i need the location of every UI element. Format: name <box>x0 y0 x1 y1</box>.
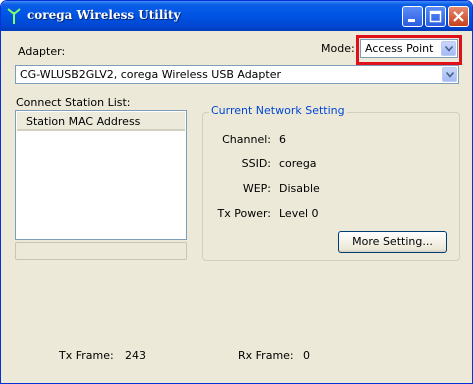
title-bar[interactable]: corega Wireless Utility <box>1 1 472 31</box>
close-icon <box>453 11 464 22</box>
rx-frame-value: 0 <box>303 349 310 362</box>
ssid-value: corega <box>279 157 317 170</box>
wep-value: Disable <box>279 182 320 195</box>
station-list[interactable]: Station MAC Address <box>15 110 187 240</box>
channel-label: Channel: <box>222 133 271 146</box>
antenna-icon <box>7 8 21 24</box>
more-setting-button[interactable]: More Setting... <box>338 231 447 253</box>
adapter-select-value: CG-WLUSB2GLV2, corega Wireless USB Adapt… <box>20 68 282 81</box>
main-window: corega Wireless Utility Adapter: Mode: A… <box>0 0 473 384</box>
adapter-select[interactable]: CG-WLUSB2GLV2, corega Wireless USB Adapt… <box>15 65 459 84</box>
chevron-down-icon[interactable] <box>442 67 457 82</box>
maximize-icon <box>429 10 442 23</box>
station-list-label: Connect Station List: <box>16 96 131 109</box>
maximize-button[interactable] <box>425 6 446 27</box>
close-button[interactable] <box>448 6 469 27</box>
adapter-label: Adapter: <box>18 45 66 58</box>
tx-frame-label: Tx Frame: <box>59 349 114 362</box>
mode-highlight-box <box>356 35 462 65</box>
column-header-label: Station MAC Address <box>26 115 141 128</box>
txpower-label: Tx Power: <box>217 207 272 220</box>
status-field <box>15 242 187 260</box>
ssid-label: SSID: <box>241 157 271 170</box>
mode-label: Mode: <box>321 42 355 55</box>
wep-label: WEP: <box>242 182 271 195</box>
network-setting-title: Current Network Setting <box>209 104 347 117</box>
rx-frame-label: Rx Frame: <box>238 349 294 362</box>
channel-value: 6 <box>279 133 286 146</box>
minimize-icon <box>408 19 415 22</box>
txpower-value: Level 0 <box>279 207 319 220</box>
column-header-mac[interactable]: Station MAC Address <box>17 112 185 131</box>
window-title: corega Wireless Utility <box>27 8 181 22</box>
minimize-button[interactable] <box>402 6 423 27</box>
tx-frame-value: 243 <box>125 349 146 362</box>
